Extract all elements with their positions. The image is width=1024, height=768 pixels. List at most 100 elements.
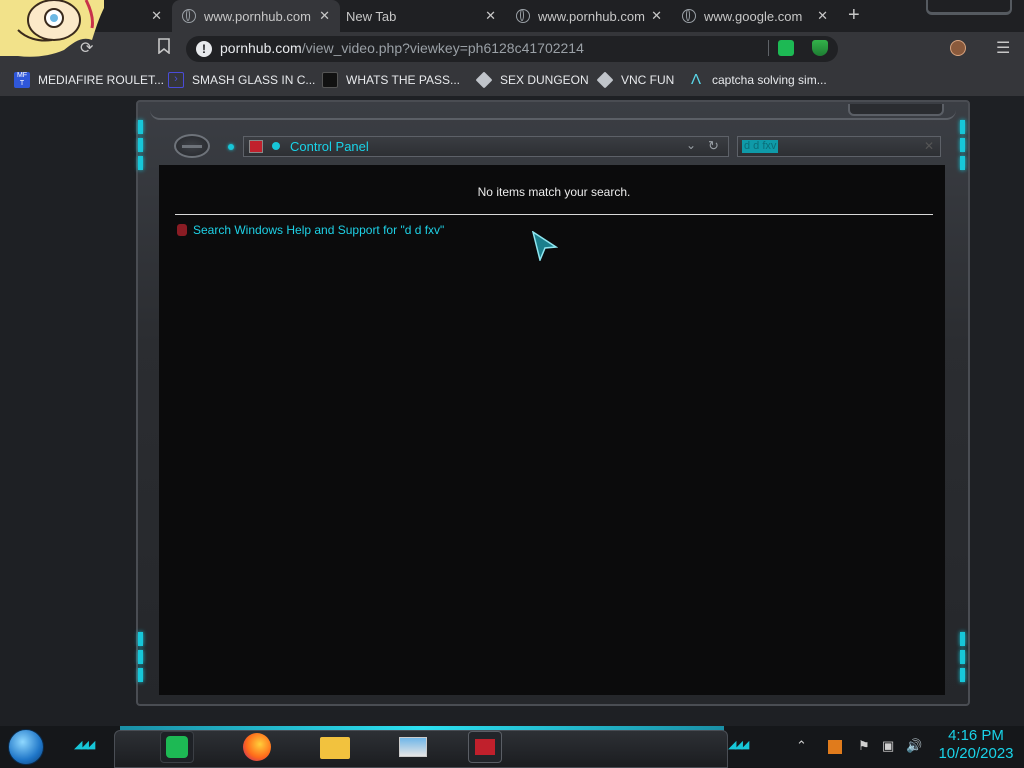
mediafire-icon: MF T <box>14 72 30 88</box>
clock-date: 10/20/2023 <box>938 745 1014 762</box>
bookmark-item[interactable]: VNC FUN <box>596 71 675 89</box>
bookmark-item[interactable]: MF T MEDIAFIRE ROULET... <box>14 72 164 88</box>
url-path: /view_video.php?viewkey=ph6128c41702214 <box>301 40 584 56</box>
volume-icon[interactable]: 🔊 <box>906 738 922 754</box>
tab-title: New Tab <box>346 8 397 24</box>
bookmark-label: captcha solving sim... <box>712 73 827 87</box>
frame-led <box>138 120 143 134</box>
frame-led <box>138 138 143 152</box>
explorer-address-bar[interactable]: Control Panel ⌄ ↻ <box>243 136 729 157</box>
browser-tab[interactable]: www.google.com ✕ <box>672 0 838 32</box>
clock-time: 4:16 PM <box>948 727 1004 744</box>
window-caption-decoration <box>926 0 1012 15</box>
frame-led <box>960 156 965 170</box>
control-panel-icon <box>249 140 263 153</box>
help-search-link[interactable]: Search Windows Help and Support for "d d… <box>177 223 444 237</box>
browser-tab[interactable]: www.pornhub.com ✕ <box>506 0 672 32</box>
browser-tab-newtab[interactable]: New Tab ✕ <box>340 0 506 32</box>
control-panel-taskbar-button[interactable] <box>468 731 502 763</box>
control-panel-icon <box>475 739 495 755</box>
tab-close-icon[interactable]: ✕ <box>485 8 496 24</box>
bookmark-label: VNC FUN <box>621 73 675 87</box>
info-icon[interactable]: ! <box>196 41 212 57</box>
address-bar[interactable]: ! pornhub.com/view_video.php?viewkey=ph6… <box>186 36 838 62</box>
spotify-icon <box>166 736 188 758</box>
tab-title: www.pornhub.com <box>204 8 311 24</box>
bookmark-item[interactable]: SEX DUNGEON <box>475 71 589 89</box>
system-clock[interactable]: 4:16 PM 10/20/2023 <box>928 727 1024 763</box>
photos-taskbar-button[interactable] <box>396 731 430 763</box>
terminal-icon <box>322 72 338 88</box>
cube-icon <box>475 71 493 89</box>
tab-close-icon[interactable]: ✕ <box>151 8 162 24</box>
tab-title: www.pornhub.com <box>538 8 645 24</box>
spotify-taskbar-button[interactable] <box>160 731 194 763</box>
bookmark-label: MEDIAFIRE ROULET... <box>38 73 165 87</box>
globe-icon <box>182 9 196 23</box>
cartoon-mascot-icon <box>0 0 104 57</box>
no-results-message: No items match your search. <box>477 185 631 199</box>
frame-led <box>138 632 143 646</box>
window-top-trim <box>150 100 956 120</box>
toolbar-divider <box>768 40 769 56</box>
refresh-icon[interactable]: ↻ <box>708 138 719 154</box>
back-forward-orb-button[interactable] <box>174 134 210 158</box>
lambda-icon: Λ <box>690 71 702 88</box>
start-button[interactable] <box>8 729 44 765</box>
help-icon <box>177 224 187 236</box>
profile-avatar[interactable] <box>950 40 966 56</box>
browser-tab-active[interactable]: www.pornhub.com ✕ <box>172 0 340 32</box>
frame-led <box>960 120 965 134</box>
frame-led <box>960 138 965 152</box>
bookmark-label: SEX DUNGEON <box>500 73 589 87</box>
tray-app-icon[interactable] <box>828 740 842 754</box>
new-tab-button[interactable]: + <box>848 4 860 27</box>
tab-close-icon[interactable]: ✕ <box>817 8 828 24</box>
search-query: d d fxv <box>742 140 779 153</box>
bookmark-item[interactable]: Λ captcha solving sim... <box>688 72 827 88</box>
tray-expand-icon[interactable]: ⌃ <box>796 738 807 754</box>
firefox-taskbar-button[interactable] <box>240 731 274 763</box>
mouse-cursor-icon <box>532 231 558 261</box>
frame-led <box>138 650 143 664</box>
tab-title: www.google.com <box>704 8 803 24</box>
globe-icon <box>682 9 696 23</box>
divider <box>175 214 933 215</box>
firefox-icon <box>243 733 271 761</box>
breadcrumb-control-panel[interactable]: Control Panel <box>290 139 369 154</box>
shield-extension-icon[interactable] <box>812 40 828 56</box>
frame-led <box>960 668 965 682</box>
cube-icon <box>596 71 614 89</box>
help-link-label: Search Windows Help and Support for "d d… <box>193 223 445 237</box>
taskbar-led-left: ◢◢◢ <box>74 739 95 751</box>
chevron-down-icon[interactable]: ⌄ <box>686 138 696 152</box>
nav-dot-icon <box>228 144 234 150</box>
frame-led <box>138 156 143 170</box>
breadcrumb-separator-icon <box>272 142 280 150</box>
photos-icon <box>399 737 427 757</box>
bookmark-star-icon[interactable] <box>158 38 170 59</box>
bookmark-item[interactable]: WHATS THE PASS... <box>322 72 460 88</box>
network-icon[interactable]: ▣ <box>882 738 894 754</box>
action-center-flag-icon[interactable]: ⚑ <box>858 738 870 754</box>
bookmark-item[interactable]: › SMASH GLASS IN C... <box>168 72 315 88</box>
window-notch <box>848 104 944 116</box>
globe-icon <box>516 9 530 23</box>
taskbar-led-right: ◢◢◢ <box>728 739 749 751</box>
file-explorer-icon <box>320 737 350 759</box>
extension-chat-icon[interactable] <box>778 40 794 56</box>
bookmark-label: WHATS THE PASS... <box>346 73 461 87</box>
browser-tab-pinned[interactable]: ✕ <box>100 0 172 32</box>
clear-search-icon[interactable]: ✕ <box>924 139 934 153</box>
file-explorer-taskbar-button[interactable] <box>318 731 352 763</box>
frame-led <box>138 668 143 682</box>
search-input[interactable]: d d fxv ✕ <box>737 136 941 157</box>
tab-close-icon[interactable]: ✕ <box>651 8 662 24</box>
address-url[interactable]: pornhub.com/view_video.php?viewkey=ph612… <box>220 40 584 56</box>
tab-close-icon[interactable]: ✕ <box>319 8 330 24</box>
browser-menu-icon[interactable]: ☰ <box>996 38 1010 58</box>
frame-led <box>960 650 965 664</box>
url-domain: pornhub.com <box>220 40 302 56</box>
bookmark-label: SMASH GLASS IN C... <box>192 73 316 87</box>
chevron-icon: › <box>168 72 184 88</box>
